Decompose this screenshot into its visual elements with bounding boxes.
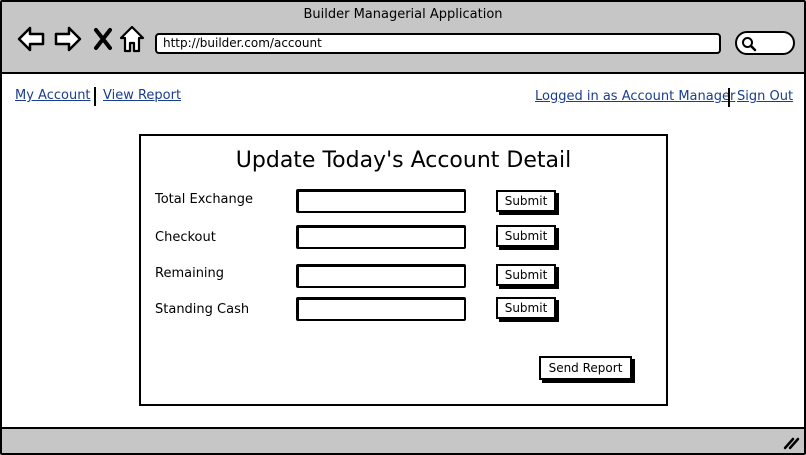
checkout-input[interactable] <box>296 225 466 249</box>
checkout-label: Checkout <box>155 230 216 245</box>
url-input[interactable]: http://builder.com/account <box>155 33 721 54</box>
remaining-submit-button[interactable]: Submit <box>496 264 556 286</box>
search-field[interactable] <box>735 31 795 55</box>
sign-out-link[interactable]: Sign Out <box>737 89 793 105</box>
standing-cash-submit-button[interactable]: Submit <box>496 297 556 319</box>
window-title: Builder Managerial Application <box>303 7 503 22</box>
status-bar <box>2 427 804 453</box>
standing-cash-label: Standing Cash <box>155 302 250 317</box>
total-exchange-input[interactable] <box>296 189 466 213</box>
total-exchange-label: Total Exchange <box>155 192 254 207</box>
send-report-button[interactable]: Send Report <box>539 356 632 380</box>
panel-title: Update Today's Account Detail <box>235 148 572 173</box>
total-exchange-submit-button[interactable]: Submit <box>496 190 556 212</box>
account-detail-panel: Update Today's Account Detail Total Exch… <box>139 134 668 406</box>
logged-in-link[interactable]: Logged in as Account Manager <box>535 89 735 105</box>
back-arrow-icon[interactable] <box>16 24 46 54</box>
view-report-link[interactable]: View Report <box>103 88 181 104</box>
resize-grip-icon[interactable] <box>782 436 800 450</box>
forward-arrow-icon[interactable] <box>53 24 83 54</box>
checkout-submit-button[interactable]: Submit <box>496 225 556 247</box>
standing-cash-input[interactable] <box>296 297 466 321</box>
my-account-link[interactable]: My Account <box>15 88 91 104</box>
nav-divider <box>94 87 96 106</box>
home-icon[interactable] <box>118 24 148 54</box>
browser-toolbar: Builder Managerial Application http://bu… <box>2 2 804 74</box>
remaining-input[interactable] <box>296 264 466 288</box>
search-icon <box>742 37 757 52</box>
browser-window: Builder Managerial Application http://bu… <box>0 0 806 455</box>
nav-divider <box>728 88 730 107</box>
remaining-label: Remaining <box>155 266 225 281</box>
